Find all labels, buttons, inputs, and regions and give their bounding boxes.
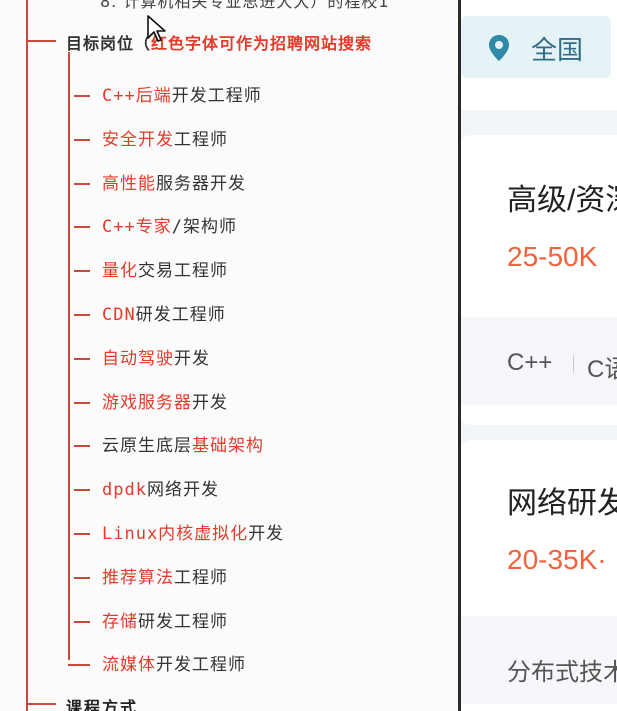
job-tags: C++ C语 [461,317,617,405]
position-suffix: 工程师 [174,568,228,588]
position-connector [74,445,90,447]
position-keyword: CDN [102,305,136,325]
location-pin-icon [489,35,509,61]
job-salary: 20-35K· [507,544,607,575]
partially-visible-text: 8. 计算机相关专业思进大大）的程校1 [100,0,390,11]
tag-separator [573,355,574,373]
job-title: 网络研发 [507,487,617,520]
position-keyword: C++专家 [102,217,172,237]
position-connector [74,402,90,404]
position-suffix: 工程师 [174,130,228,150]
mouse-cursor-icon [147,15,166,42]
position-connector [74,95,90,97]
position-keyword: 推荐算法 [102,568,174,588]
location-label[interactable]: 全国 [531,30,583,67]
position-connector [68,664,90,666]
position-keyword: dpdk [102,480,147,500]
target-positions-heading: 目标岗位（红色字体可作为招聘网站搜索 [66,30,372,54]
position-item: 云原生底层基础架构 [102,434,264,458]
position-keyword: 安全开发 [102,130,174,150]
position-keyword: 基础架构 [192,436,264,456]
position-item: 自动驾驶开发 [102,347,210,371]
job-tag: C语 [587,356,617,383]
position-suffix: /架构师 [171,217,237,237]
position-connector [74,139,90,141]
mindmap-trunk [26,0,28,711]
position-suffix: 开发工程师 [156,655,246,675]
position-item: 存储研发工程师 [102,610,228,634]
position-suffix: 研发工程师 [135,305,226,325]
job-card[interactable]: 高级/资深 25-50K C++ C语 [461,135,617,425]
position-connector [74,577,90,579]
position-item: 游戏服务器开发 [102,391,228,415]
position-item: 安全开发工程师 [102,128,228,152]
position-suffix: 云原生底层 [102,436,192,456]
position-suffix: 开发 [192,393,228,413]
bottom-heading-connector [26,703,56,705]
position-item: C++专家/架构师 [102,215,237,239]
position-item: Linux内核虚拟化开发 [102,522,284,546]
position-keyword: Linux内核虚拟化 [102,524,249,544]
position-keyword: 高性能 [102,174,156,194]
position-item: 流媒体开发工程师 [102,653,246,677]
position-suffix: 开发 [174,349,210,369]
position-connector [74,533,90,535]
position-keyword: 自动驾驶 [102,349,174,369]
heading-prefix: 目标岗位（ [66,34,152,53]
position-suffix: 开发工程师 [171,86,262,106]
position-suffix: 交易工程师 [138,261,228,281]
position-suffix: 服务器开发 [156,174,246,194]
position-connector [74,358,90,360]
heading-red-note: 红色字体可作为招聘网站搜索 [151,34,373,53]
position-item: 高性能服务器开发 [102,172,246,196]
position-item: 推荐算法工程师 [102,566,228,590]
heading-connector [26,40,56,42]
position-connector [74,621,90,623]
position-item: 量化交易工程师 [102,259,228,283]
course-mode-heading: 课程方式 [66,698,139,711]
job-tag: 分布式技术 [507,659,617,686]
job-salary: 25-50K [507,241,598,272]
position-suffix: 网络开发 [146,480,219,500]
position-item: dpdk网络开发 [102,478,219,502]
job-tag: C++ [507,349,553,376]
position-keyword: 量化 [102,261,138,281]
position-connector [74,489,90,491]
position-suffix: 研发工程师 [138,612,228,632]
mindmap-pane: 8. 计算机相关专业思进大大）的程校1 目标岗位（红色字体可作为招聘网站搜索 C… [0,0,458,711]
position-connector [74,183,90,185]
position-keyword: 流媒体 [102,655,156,675]
position-item: CDN研发工程师 [102,303,226,327]
job-tags: 分布式技术 [461,616,617,704]
jobs-panel: 全国 高级/资深 25-50K C++ C语 网络研发 20-35K· 分布式技… [461,0,617,711]
position-keyword: 游戏服务器 [102,393,192,413]
position-suffix: 开发 [248,524,285,544]
position-connector [74,314,90,316]
position-keyword: C++后端 [102,86,172,106]
position-connector [74,226,90,228]
job-card[interactable]: 网络研发 20-35K· 分布式技术 [461,440,617,711]
positions-branch [68,52,70,660]
position-connector [74,270,90,272]
job-title: 高级/资深 [507,184,617,217]
position-item: C++后端开发工程师 [102,84,262,108]
location-card: 全国 [461,0,617,110]
position-keyword: 存储 [102,612,138,632]
